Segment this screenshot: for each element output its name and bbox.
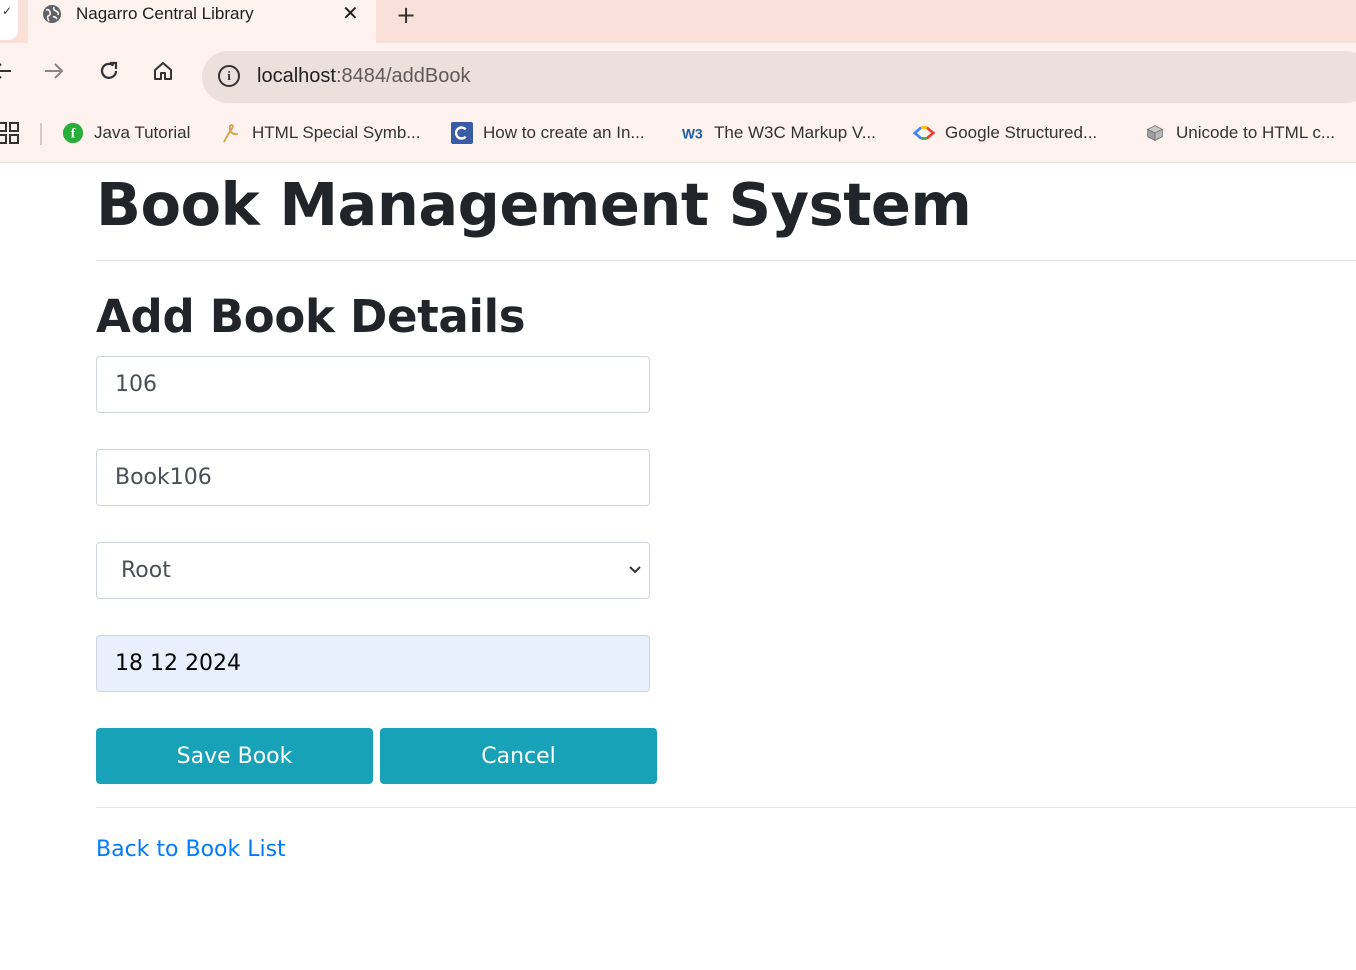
home-icon[interactable] <box>149 57 177 85</box>
site-info-icon[interactable]: i <box>218 65 240 87</box>
bookmark-unicode-to-html[interactable]: Unicode to HTML c... <box>1144 119 1335 147</box>
svg-text:W3: W3 <box>682 127 703 142</box>
publish-date-input[interactable]: 18 12 2024 <box>96 635 650 692</box>
tab-strip: ✓ Nagarro Central Library ✕ + <box>0 0 1356 43</box>
active-tab[interactable]: Nagarro Central Library ✕ <box>28 0 376 43</box>
close-icon[interactable]: ✕ <box>342 1 359 25</box>
footer-divider <box>96 807 1356 808</box>
back-to-book-list-link[interactable]: Back to Book List <box>96 837 286 862</box>
tab-title: Nagarro Central Library <box>76 4 254 23</box>
author-select[interactable]: Root <box>96 542 650 599</box>
google-code-icon <box>913 122 935 144</box>
bookmark-how-to-create[interactable]: How to create an In... <box>451 119 645 147</box>
book-name-input[interactable]: Book106 <box>96 449 650 506</box>
svg-text:f: f <box>71 126 76 141</box>
reload-icon[interactable] <box>95 57 123 85</box>
publish-date-value: 18 12 2024 <box>115 651 241 676</box>
chevron-down-icon <box>629 566 641 574</box>
bookmark-google-structured[interactable]: Google Structured... <box>913 119 1097 147</box>
box-icon <box>1144 122 1166 144</box>
book-name-value: Book106 <box>115 465 212 490</box>
bookmarks-bar: f Java Tutorial HTML Special Symb... How… <box>0 111 1356 163</box>
w3c-icon: W3 <box>682 122 704 144</box>
author-selected-value: Root <box>121 558 171 583</box>
globe-icon <box>43 5 61 23</box>
c-logo-icon <box>451 122 473 144</box>
page-title: Book Management System <box>96 170 972 239</box>
bookmark-java-tutorial[interactable]: f Java Tutorial <box>62 119 190 147</box>
bookmarks-separator <box>40 123 42 145</box>
new-tab-plus-icon[interactable]: + <box>396 1 416 29</box>
book-id-value: 106 <box>115 372 157 397</box>
apps-grid-icon[interactable] <box>0 121 20 145</box>
title-divider <box>96 260 1356 261</box>
forward-arrow-icon[interactable] <box>40 57 68 85</box>
book-id-input[interactable]: 106 <box>96 356 650 413</box>
browser-toolbar: i localhost:8484/addBook <box>0 43 1356 111</box>
save-book-button[interactable]: Save Book <box>96 728 373 784</box>
symbol-icon <box>220 122 242 144</box>
url-text[interactable]: localhost:8484/addBook <box>257 65 471 88</box>
back-arrow-icon[interactable] <box>0 57 16 85</box>
java-tutorial-icon: f <box>62 122 84 144</box>
chevron-down-icon: ✓ <box>2 4 13 18</box>
bookmark-w3c-markup[interactable]: W3 The W3C Markup V... <box>682 119 876 147</box>
form-heading: Add Book Details <box>96 290 526 343</box>
cancel-button[interactable]: Cancel <box>380 728 657 784</box>
previous-tab-edge[interactable]: ✓ <box>0 0 18 40</box>
address-bar[interactable]: i localhost:8484/addBook <box>202 51 1356 103</box>
bookmark-html-special-symbols[interactable]: HTML Special Symb... <box>220 119 420 147</box>
